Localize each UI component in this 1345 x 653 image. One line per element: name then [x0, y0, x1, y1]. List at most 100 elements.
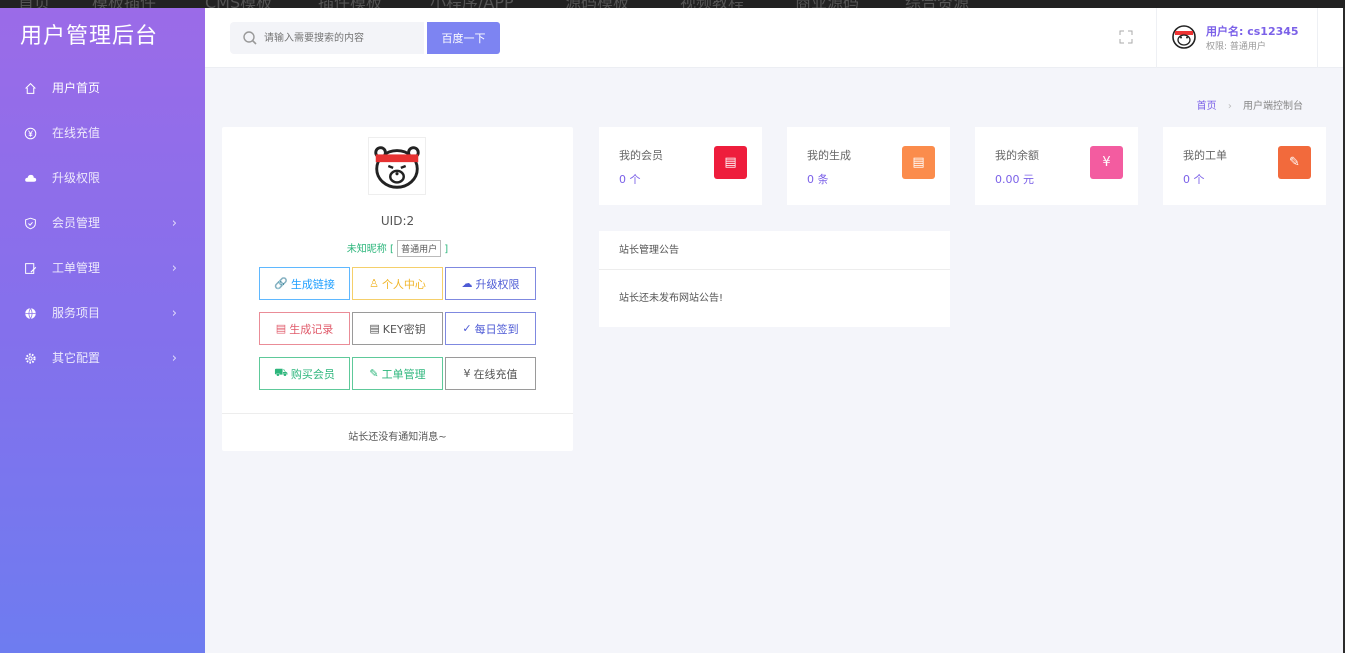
announcement-panel: 站长管理公告 站长还未发布网站公告!	[599, 231, 950, 327]
announcement-body: 站长还未发布网站公告!	[619, 293, 724, 304]
user-menu[interactable]: 用户名: cs12345 权限: 普通用户	[1156, 8, 1318, 68]
sidebar-item-label: 用户首页	[52, 81, 101, 95]
sidebar-item-label: 会员管理	[52, 216, 101, 230]
yuan-icon: ¥	[463, 367, 471, 380]
stat-card-tickets[interactable]: 我的工单 0 个 ✎	[1163, 127, 1326, 205]
app-title: 用户管理后台	[20, 24, 159, 49]
upgrade-button[interactable]: ☁ 升级权限	[445, 267, 536, 300]
breadcrumb-current: 用户端控制台	[1243, 101, 1303, 112]
button-label: 在线充值	[473, 367, 518, 381]
ticket-management-button[interactable]: ✎ 工单管理	[352, 357, 443, 390]
main-content: 首页 › 用户端控制台 UID:2 未知昵称 [ 普通用户 ] 🔗 生成链接 ♙…	[205, 68, 1343, 653]
gear-icon	[22, 336, 38, 381]
sidebar-item-upgrade[interactable]: 升级权限	[0, 156, 205, 201]
announcement-title: 站长管理公告	[599, 231, 950, 270]
sidebar-item-label: 工单管理	[52, 261, 101, 275]
sidebar-item-label: 升级权限	[52, 171, 101, 185]
sidebar-item-label: 在线充值	[52, 126, 101, 140]
stat-card-generations[interactable]: 我的生成 0 条 ▤	[787, 127, 950, 205]
top-nav-item[interactable]: CMS模板	[205, 0, 272, 8]
user-nickname-line: 未知昵称 [ 普通用户 ]	[222, 240, 573, 257]
edit-icon: ✎	[1278, 146, 1311, 179]
search-box	[230, 22, 424, 54]
key-button[interactable]: ▤ KEY密钥	[352, 312, 443, 345]
top-nav-item[interactable]: 综合资源	[905, 0, 969, 8]
top-nav-item[interactable]: 商业源码	[795, 0, 859, 8]
sidebar-item-other-config[interactable]: 其它配置 ›	[0, 336, 205, 381]
button-label: 每日签到	[474, 322, 519, 336]
top-nav-item[interactable]: 源码模板	[565, 0, 629, 8]
user-name: 用户名: cs12345	[1206, 25, 1299, 38]
sidebar-item-member-management[interactable]: 会员管理 ›	[0, 201, 205, 246]
globe-icon	[22, 291, 38, 336]
notice-message: 站长还没有通知消息~	[348, 432, 447, 443]
breadcrumb-separator: ›	[1227, 101, 1232, 112]
file-icon: ▤	[369, 322, 380, 335]
top-nav-item[interactable]: 首页	[18, 0, 50, 8]
top-nav-item[interactable]: 小程序/APP	[430, 0, 514, 8]
button-label: 个人中心	[381, 277, 426, 291]
stat-label: 我的会员	[619, 149, 663, 162]
stat-card-membership[interactable]: 我的会员 0 个 ▤	[599, 127, 762, 205]
cart-icon: ⛟	[274, 366, 288, 379]
sidebar-item-services[interactable]: 服务项目 ›	[0, 291, 205, 336]
button-label: KEY密钥	[382, 322, 426, 336]
header: 百度一下 用户名: cs12345 权限: 普通用户	[205, 8, 1343, 68]
top-nav-item[interactable]: 视频教程	[680, 0, 744, 8]
stat-card-balance[interactable]: 我的余额 0.00 元 ¥	[975, 127, 1138, 205]
file-icon: ▤	[275, 322, 287, 335]
chevron-right-icon: ›	[171, 261, 177, 276]
top-nav-item[interactable]: 模板插件	[92, 0, 156, 8]
sidebar-item-user-home[interactable]: 用户首页	[0, 66, 205, 111]
chevron-right-icon: ›	[171, 351, 177, 366]
search-button[interactable]: 百度一下	[427, 22, 500, 54]
edit-icon	[22, 246, 38, 291]
stat-label: 我的余额	[995, 149, 1039, 162]
doc-icon: ▤	[902, 146, 935, 179]
yuan-icon	[22, 111, 38, 156]
daily-checkin-button[interactable]: ✓ 每日签到	[445, 312, 536, 345]
generate-link-button[interactable]: 🔗 生成链接	[259, 267, 350, 300]
profile-center-button[interactable]: ♙ 个人中心	[352, 267, 443, 300]
button-label: 生成链接	[290, 277, 335, 291]
user-role: 权限: 普通用户	[1206, 42, 1266, 52]
search-input[interactable]	[264, 22, 414, 54]
sidebar: 用户管理后台 用户首页 在线充值 升级权限 会员管理 › 工单管理 › 服务项目…	[0, 8, 205, 653]
shield-icon	[22, 201, 38, 246]
button-label: 升级权限	[475, 277, 520, 291]
top-nav-item[interactable]: 插件模板	[318, 0, 382, 8]
stat-label: 我的生成	[807, 149, 851, 162]
divider	[222, 413, 573, 414]
sidebar-item-label: 服务项目	[52, 306, 101, 320]
chevron-right-icon: ›	[171, 306, 177, 321]
link-icon: 🔗	[274, 277, 288, 290]
search-icon	[243, 31, 257, 45]
buy-membership-button[interactable]: ⛟ 购买会员	[259, 357, 350, 390]
fullscreen-icon[interactable]	[1118, 29, 1134, 45]
sidebar-item-ticket-management[interactable]: 工单管理 ›	[0, 246, 205, 291]
stat-label: 我的工单	[1183, 149, 1227, 162]
sidebar-item-recharge[interactable]: 在线充值	[0, 111, 205, 156]
button-label: 工单管理	[381, 367, 426, 381]
generation-records-button[interactable]: ▤ 生成记录	[259, 312, 350, 345]
user-uid: UID:2	[380, 214, 415, 228]
online-recharge-button[interactable]: ¥ 在线充值	[445, 357, 536, 390]
stat-value: 0 个	[1183, 173, 1205, 186]
top-nav-strip: 首页 模板插件 CMS模板 插件模板 小程序/APP 源码模板 视频教程 商业源…	[0, 0, 1345, 8]
user-icon: ♙	[369, 277, 379, 290]
chevron-right-icon: ›	[171, 216, 177, 231]
user-level-tag: 普通用户	[397, 240, 442, 257]
stat-value: 0 个	[619, 173, 641, 186]
breadcrumb: 首页 › 用户端控制台	[1197, 97, 1303, 112]
tag-bracket: [	[389, 244, 394, 255]
avatar	[368, 137, 426, 195]
cloud-icon: ☁	[461, 277, 473, 290]
stat-value: 0 条	[807, 173, 829, 186]
sidebar-item-label: 其它配置	[52, 351, 101, 365]
edit-icon: ✎	[369, 367, 379, 380]
button-label: 购买会员	[290, 367, 335, 381]
profile-card: UID:2 未知昵称 [ 普通用户 ] 🔗 生成链接 ♙ 个人中心 ☁ 升级权限 ▤ 生…	[222, 127, 573, 451]
breadcrumb-home[interactable]: 首页	[1197, 101, 1217, 112]
user-nickname: 未知昵称	[346, 244, 387, 255]
tag-bracket: ]	[444, 244, 449, 255]
